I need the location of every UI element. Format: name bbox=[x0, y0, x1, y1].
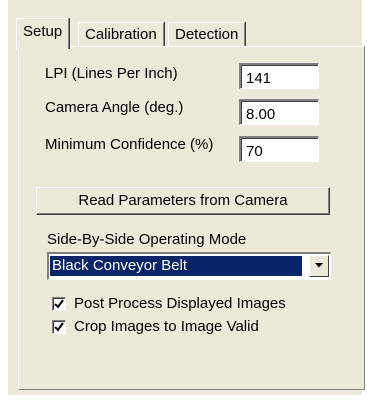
post-process-checkbox[interactable] bbox=[52, 297, 66, 311]
min-confidence-field[interactable] bbox=[239, 136, 319, 162]
post-process-label: Post Process Displayed Images bbox=[74, 295, 286, 312]
operating-mode-label: Side-By-Side Operating Mode bbox=[47, 231, 247, 248]
check-icon bbox=[54, 299, 64, 309]
camera-angle-label: Camera Angle (deg.) bbox=[45, 99, 184, 116]
read-parameters-button[interactable]: Read Parameters from Camera bbox=[36, 187, 330, 215]
min-confidence-label: Minimum Confidence (%) bbox=[45, 136, 214, 153]
tab-detection[interactable]: Detection bbox=[168, 22, 246, 47]
tab-calibration-label: Calibration bbox=[85, 26, 157, 43]
settings-panel: Setup Calibration Detection LPI (Lines P… bbox=[8, 0, 365, 395]
lpi-label: LPI (Lines Per Inch) bbox=[45, 65, 178, 82]
tab-setup[interactable]: Setup bbox=[16, 18, 70, 49]
tab-detection-label: Detection bbox=[175, 26, 239, 43]
camera-angle-field[interactable] bbox=[239, 99, 319, 125]
crop-images-label: Crop Images to Image Valid bbox=[74, 318, 259, 335]
check-icon bbox=[54, 322, 64, 332]
tab-setup-label: Setup bbox=[23, 23, 63, 40]
read-parameters-label: Read Parameters from Camera bbox=[78, 192, 288, 209]
lpi-field[interactable] bbox=[239, 63, 319, 89]
tab-calibration[interactable]: Calibration bbox=[78, 22, 164, 47]
setup-tab-content: LPI (Lines Per Inch) Camera Angle (deg.)… bbox=[18, 46, 365, 390]
dropdown-button[interactable] bbox=[309, 255, 329, 277]
crop-images-checkbox[interactable] bbox=[52, 320, 66, 334]
tab-strip: Setup Calibration Detection bbox=[16, 16, 356, 49]
operating-mode-selected: Black Conveyor Belt bbox=[50, 256, 302, 276]
chevron-down-icon bbox=[315, 263, 323, 268]
operating-mode-dropdown[interactable]: Black Conveyor Belt bbox=[47, 252, 331, 280]
